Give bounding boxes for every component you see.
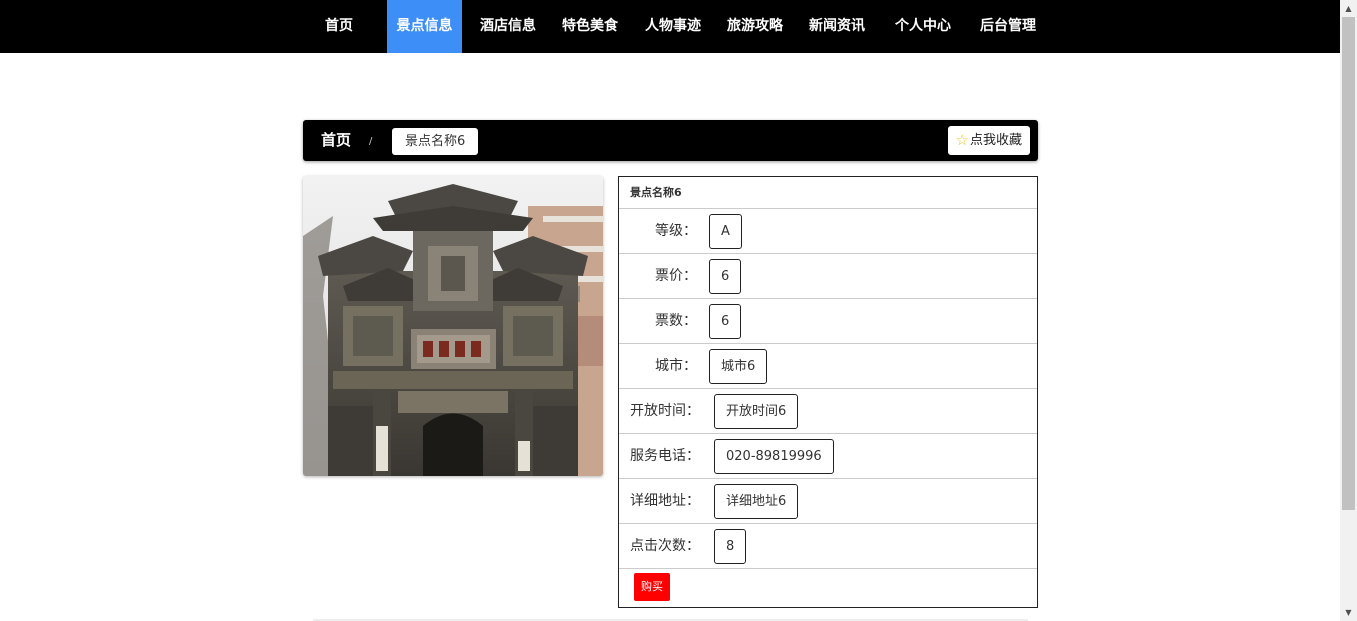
scroll-up-icon[interactable]: ▲ [1340, 0, 1357, 17]
nav-item-admin[interactable]: 后台管理 [972, 0, 1044, 53]
detail-row-address: 详细地址： 详细地址6 [619, 479, 1037, 524]
top-navigation: 首页 景点信息 酒店信息 特色美食 人物事迹 旅游攻略 新闻资讯 个人中心 后台… [0, 0, 1340, 53]
archway-image [303, 176, 603, 476]
city-value: 城市6 [709, 349, 768, 384]
nav-item-profile[interactable]: 个人中心 [887, 0, 959, 53]
nav-item-people[interactable]: 人物事迹 [637, 0, 709, 53]
favorite-button-label: 点我收藏 [969, 133, 1022, 148]
opening-hours-label: 开放时间： [630, 403, 700, 419]
address-value: 详细地址6 [714, 484, 799, 519]
address-label: 详细地址： [630, 493, 700, 509]
phone-value: 020-89819996 [714, 439, 834, 474]
level-value: A [709, 214, 742, 249]
star-outline-icon: ☆ [955, 131, 969, 149]
breadcrumb: 首页 / 景点名称6 ☆ 点我收藏 [303, 120, 1038, 161]
detail-row-price: 票价： 6 [619, 254, 1037, 299]
clicks-value: 8 [714, 529, 747, 564]
breadcrumb-home-link[interactable]: 首页 [321, 120, 351, 161]
phone-label: 服务电话： [630, 448, 700, 464]
nav-item-news[interactable]: 新闻资讯 [801, 0, 873, 53]
nav-item-hotels[interactable]: 酒店信息 [472, 0, 544, 53]
detail-row-clicks: 点击次数： 8 [619, 524, 1037, 569]
vertical-scrollbar[interactable]: ▲ ▼ [1340, 0, 1357, 621]
price-label: 票价： [655, 268, 697, 284]
ticket-count-value: 6 [709, 304, 742, 339]
ticket-count-label: 票数： [655, 313, 697, 329]
favorite-button[interactable]: ☆ 点我收藏 [947, 126, 1030, 155]
clicks-label: 点击次数： [630, 538, 700, 554]
detail-row-ticket-count: 票数： 6 [619, 299, 1037, 344]
attraction-detail-table: 景点名称6 等级： A 票价： 6 票数： 6 城市： 城市6 开放时间： 开放… [618, 176, 1038, 608]
nav-item-guides[interactable]: 旅游攻略 [719, 0, 791, 53]
opening-hours-value: 开放时间6 [714, 394, 799, 429]
scroll-down-icon[interactable]: ▼ [1340, 604, 1357, 621]
detail-row-city: 城市： 城市6 [619, 344, 1037, 389]
detail-title: 景点名称6 [619, 177, 1037, 209]
buy-button[interactable]: 购买 [634, 573, 670, 601]
level-label: 等级： [655, 223, 697, 239]
nav-item-home[interactable]: 首页 [317, 0, 361, 53]
breadcrumb-current: 景点名称6 [392, 128, 479, 155]
nav-item-food[interactable]: 特色美食 [554, 0, 626, 53]
scrollbar-thumb[interactable] [1342, 17, 1355, 510]
detail-row-level: 等级： A [619, 209, 1037, 254]
detail-row-phone: 服务电话： 020-89819996 [619, 434, 1037, 479]
attraction-photo [303, 176, 603, 476]
detail-row-opening-hours: 开放时间： 开放时间6 [619, 389, 1037, 434]
price-value: 6 [709, 259, 742, 294]
city-label: 城市： [655, 358, 697, 374]
nav-item-attractions[interactable]: 景点信息 [387, 0, 462, 53]
breadcrumb-separator: / [369, 136, 373, 147]
